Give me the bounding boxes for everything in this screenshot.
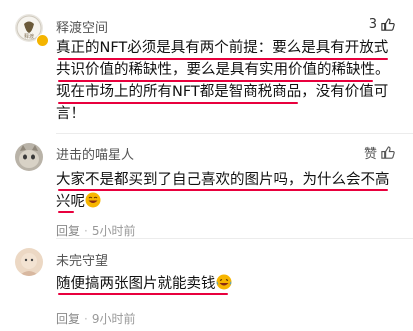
comment-line: 言！ xyxy=(56,106,85,122)
comment-item: 释渡 释渡空间 3 真正的NFT必须是具有两个前提：要么是具有开放式 共识价值的… xyxy=(0,0,413,150)
annotation-underline xyxy=(58,189,388,191)
like-count: 3 xyxy=(368,17,377,32)
grin-emoji xyxy=(85,192,101,208)
comment-line: 大家不是都买到了自己喜欢的图片吗，为什么会不高 xyxy=(56,172,390,188)
avatar[interactable] xyxy=(15,143,43,171)
svg-text:释渡: 释渡 xyxy=(24,33,34,40)
comment-item: 进击的喵星人 赞 大家不是都买到了自己喜欢的图片吗，为什么会不高 兴呢 回复 ·… xyxy=(0,135,413,238)
divider xyxy=(56,238,413,239)
comment-line-text: 兴呢 xyxy=(56,194,85,210)
comment-line: 兴呢 xyxy=(56,191,396,213)
comment-item: 未完守望 随便搞两张图片就能卖钱 回复 · 9小时前 xyxy=(0,240,413,331)
comment-text: 随便搞两张图片就能卖钱 xyxy=(56,273,396,295)
like-button[interactable]: 3 xyxy=(369,17,395,32)
comment-line-text: 随便搞两张图片就能卖钱 xyxy=(56,276,216,292)
divider xyxy=(56,133,413,134)
annotation-underline xyxy=(58,80,373,82)
separator: · xyxy=(84,223,88,238)
reply-button[interactable]: 回复 xyxy=(56,222,80,239)
like-button[interactable]: 赞 xyxy=(364,143,395,162)
laughing-tears-emoji xyxy=(216,274,231,290)
comment-time: 5小时前 xyxy=(91,224,136,238)
comment-line: 随便搞两张图片就能卖钱 xyxy=(56,273,396,295)
annotation-underline xyxy=(58,58,388,60)
thumb-up-icon xyxy=(381,18,395,31)
comment-line: 真正的NFT必须是具有两个前提：要么是具有开放式 xyxy=(56,40,389,56)
reply-button[interactable]: 回复 xyxy=(56,310,80,327)
annotation-underline xyxy=(58,102,298,104)
comment-line: 现在市场上的所有NFT都是智商税商品，没有价值可 xyxy=(56,84,389,100)
comment-line: 共识价值的稀缺性，要么是具有实用价值的稀缺性。 xyxy=(56,62,390,78)
comment-username[interactable]: 未完守望 xyxy=(56,250,108,269)
separator: · xyxy=(84,311,88,326)
verified-badge xyxy=(36,34,49,47)
comment-username[interactable]: 释渡空间 xyxy=(56,17,108,36)
annotation-underline xyxy=(58,211,74,213)
thumb-up-icon xyxy=(381,146,395,159)
comment-username[interactable]: 进击的喵星人 xyxy=(56,144,134,163)
comment-time: 9小时前 xyxy=(91,312,136,326)
comment-meta: 回复 · 5小时前 xyxy=(56,222,135,239)
like-label: 赞 xyxy=(363,147,377,162)
avatar[interactable] xyxy=(15,248,43,276)
comment-text: 大家不是都买到了自己喜欢的图片吗，为什么会不高 兴呢 xyxy=(56,169,396,213)
comment-meta: 回复 · 9小时前 xyxy=(56,310,135,327)
annotation-underline xyxy=(58,293,228,295)
